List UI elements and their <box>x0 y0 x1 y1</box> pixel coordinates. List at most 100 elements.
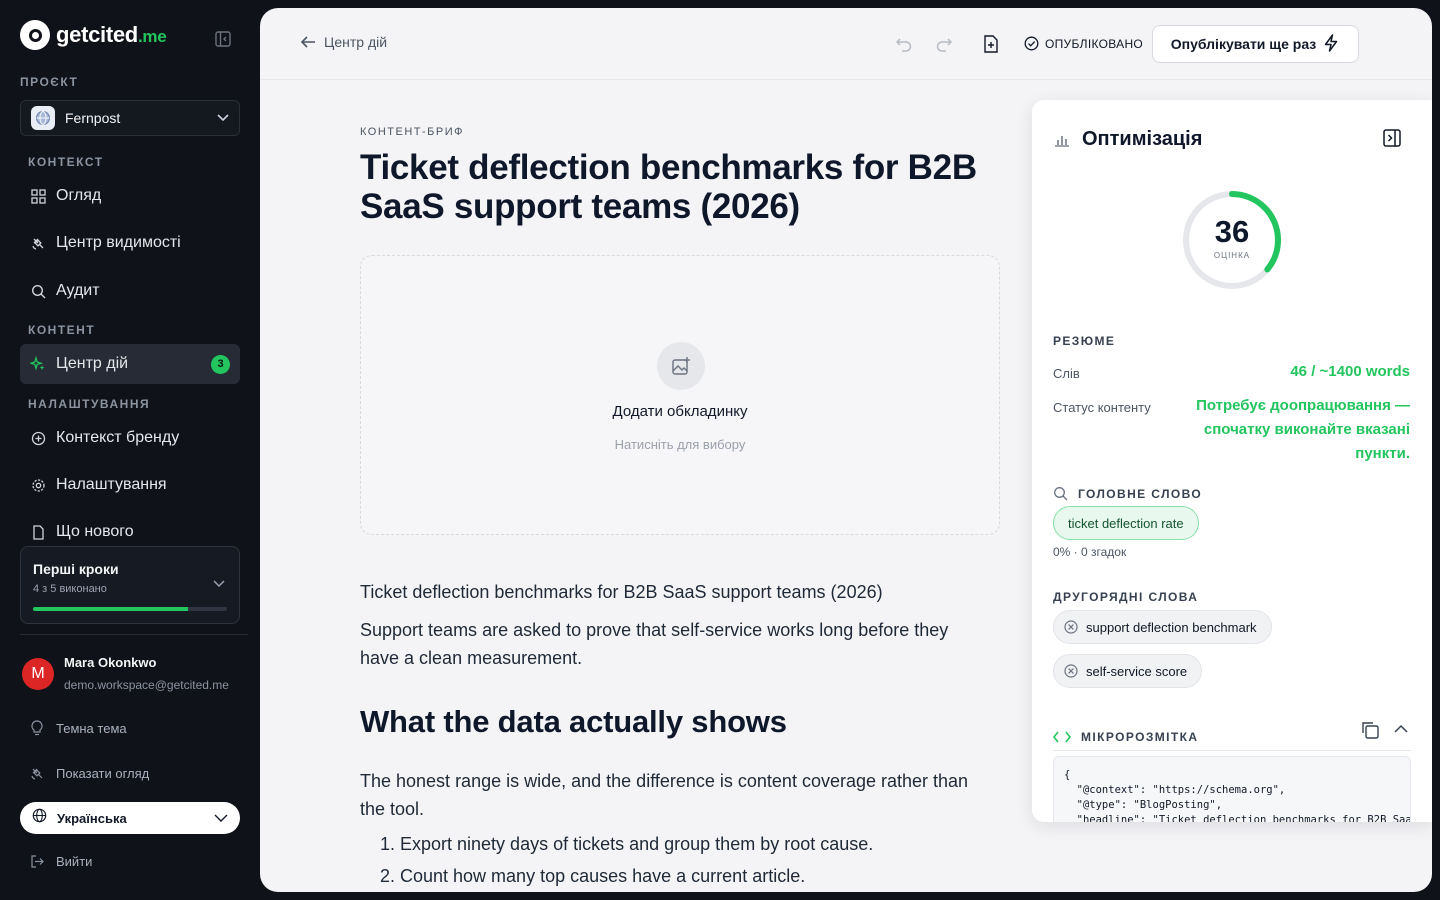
sparkle-icon <box>30 356 46 372</box>
main-keyword-chip[interactable]: ticket deflection rate <box>1053 506 1199 540</box>
collapse-panel-icon[interactable] <box>1382 128 1402 153</box>
republish-label: Опублікувати ще раз <box>1170 36 1317 52</box>
top-toolbar: Центр дій ОПУБЛІКОВАНО Опублікувати ще р… <box>260 8 1432 80</box>
gear-icon <box>30 477 46 493</box>
summary-label: РЕЗЮМЕ <box>1053 334 1116 348</box>
list-item-text: Export ninety days of tickets and group … <box>400 834 874 854</box>
satellite-icon <box>30 766 46 781</box>
publish-status-label: ОПУБЛІКОВАНО <box>1045 36 1144 51</box>
show-tour-button[interactable]: Показати огляд <box>30 766 149 781</box>
document-kicker: КОНТЕНТ-БРИФ <box>360 126 464 138</box>
avatar: M <box>22 658 54 690</box>
back-label: Центр дій <box>324 34 388 50</box>
paragraph[interactable]: Support teams are asked to prove that se… <box>360 616 980 672</box>
nav-item-visibility[interactable]: Центр видимості <box>20 223 240 263</box>
list-item-text: Count how many top causes have a current… <box>400 866 806 886</box>
main-panel: Центр дій ОПУБЛІКОВАНО Опублікувати ще р… <box>260 8 1432 892</box>
secondary-keyword-chip[interactable]: self-service score <box>1053 654 1203 688</box>
words-key: Слів <box>1053 366 1080 381</box>
publish-status: ОПУБЛІКОВАНО <box>1024 36 1143 51</box>
undo-icon[interactable] <box>894 34 914 54</box>
main-keyword-label: ГОЛОВНЕ СЛОВО <box>1078 486 1203 501</box>
onboarding-subtitle: 4 з 5 виконано <box>33 583 107 595</box>
search-icon <box>30 283 46 299</box>
context-section-label: КОНТЕКСТ <box>28 155 104 169</box>
user-name: Mara Okonkwo <box>64 655 157 670</box>
lightbulb-icon <box>30 720 46 736</box>
export-file-icon[interactable] <box>981 34 1001 54</box>
score-gauge: 36 ОЦІНКА <box>1180 188 1284 292</box>
nav-scroll-area[interactable]: Контекст бренду Налаштування Що нового <box>0 420 260 540</box>
document-icon <box>30 524 46 540</box>
user-profile[interactable]: M Mara Okonkwo demo.workspace@getcited.m… <box>22 652 229 692</box>
nav-label: Аудит <box>56 282 100 299</box>
nav-label: Контекст бренду <box>56 429 180 446</box>
language-label: Українська <box>57 810 127 826</box>
bar-chart-icon <box>1054 133 1070 147</box>
paragraph[interactable]: Ticket deflection benchmarks for B2B Saa… <box>360 578 980 606</box>
arrow-left-icon <box>300 35 316 49</box>
list-item[interactable]: 1. Export ninety days of tickets and grou… <box>360 828 1000 860</box>
schema-label: МІКРОРОЗМІТКА <box>1081 730 1199 744</box>
brand-logo[interactable]: getcited.me <box>20 20 167 50</box>
onboarding-card[interactable]: Перші кроки 4 з 5 виконано <box>20 546 240 624</box>
nav-item-brand-context[interactable]: Контекст бренду <box>20 420 240 458</box>
section-heading[interactable]: What the data actually shows <box>360 704 787 740</box>
schema-section[interactable]: МІКРОРОЗМІТКА <box>1053 730 1198 744</box>
x-circle-icon[interactable] <box>1064 664 1078 678</box>
add-image-icon <box>657 342 705 390</box>
copy-icon[interactable] <box>1360 720 1380 740</box>
score-label: ОЦІНКА <box>1213 251 1251 260</box>
logout-label: Вийти <box>56 854 93 869</box>
schema-code-block[interactable]: { "@context": "https://schema.org", "@ty… <box>1053 756 1411 822</box>
document-editor[interactable]: КОНТЕНТ-БРИФ Ticket deflection benchmark… <box>360 126 1000 886</box>
secondary-keyword-chip[interactable]: support deflection benchmark <box>1053 610 1272 644</box>
chevron-down-icon[interactable] <box>213 575 225 593</box>
search-icon <box>1053 486 1068 501</box>
globe-icon <box>31 106 55 130</box>
nav-item-whats-new[interactable]: Що нового <box>20 512 240 540</box>
main-keyword-section: ГОЛОВНЕ СЛОВО <box>1053 486 1202 501</box>
paragraph[interactable]: The honest range is wide, and the differ… <box>360 767 980 823</box>
chevron-up-icon[interactable] <box>1394 724 1408 733</box>
brand-tld: .me <box>137 27 167 46</box>
list-item[interactable]: 2. Count how many top causes have a curre… <box>360 860 1000 892</box>
cover-title: Додати обкладинку <box>612 403 748 420</box>
redo-icon[interactable] <box>934 34 954 54</box>
nav-item-audit[interactable]: Аудит <box>20 271 240 311</box>
theme-toggle[interactable]: Темна тема <box>30 720 127 736</box>
lightning-icon <box>1322 33 1340 55</box>
nav-label: Налаштування <box>56 476 167 493</box>
divider <box>20 634 248 635</box>
divider <box>1053 750 1411 751</box>
project-select[interactable]: Fernpost <box>20 100 240 136</box>
back-link[interactable]: Центр дій <box>300 34 387 50</box>
words-value: 46 / ~1400 words <box>1290 363 1410 380</box>
chevron-down-icon <box>217 109 229 127</box>
globe-icon <box>32 808 47 828</box>
cover-hint: Натисніть для вибору <box>614 437 746 452</box>
theme-label: Темна тема <box>56 720 127 736</box>
logout-button[interactable]: Вийти <box>30 854 92 869</box>
content-status-value: Потребує доопрацювання — спочатку викона… <box>1196 397 1410 462</box>
nav-item-action-center[interactable]: Центр дій 3 <box>20 344 240 384</box>
republish-button[interactable]: Опублікувати ще раз <box>1152 25 1359 63</box>
language-select[interactable]: Українська <box>20 802 240 834</box>
settings-section-label: НАЛАШТУВАННЯ <box>28 397 151 411</box>
nav-item-overview[interactable]: Огляд <box>20 176 240 216</box>
onboarding-title: Перші кроки <box>33 561 119 577</box>
cover-upload-area[interactable]: Додати обкладинку Натисніть для вибору <box>360 255 1000 535</box>
tour-label: Показати огляд <box>56 766 150 781</box>
x-circle-icon[interactable] <box>1064 620 1078 634</box>
grid-icon <box>30 188 46 204</box>
onboarding-progress-bar <box>33 607 227 611</box>
content-section-label: КОНТЕНТ <box>28 323 96 337</box>
collapse-sidebar-icon[interactable] <box>214 30 232 48</box>
document-title[interactable]: Ticket deflection benchmarks for B2B Saa… <box>360 148 1000 226</box>
satellite-icon <box>30 235 46 251</box>
code-icon <box>1053 731 1071 743</box>
secondary-keywords-label: ДРУГОРЯДНІ СЛОВА <box>1053 590 1199 604</box>
notification-badge: 3 <box>211 354 230 374</box>
onboarding-progress-fill <box>33 607 189 611</box>
nav-item-settings[interactable]: Налаштування <box>20 465 240 505</box>
